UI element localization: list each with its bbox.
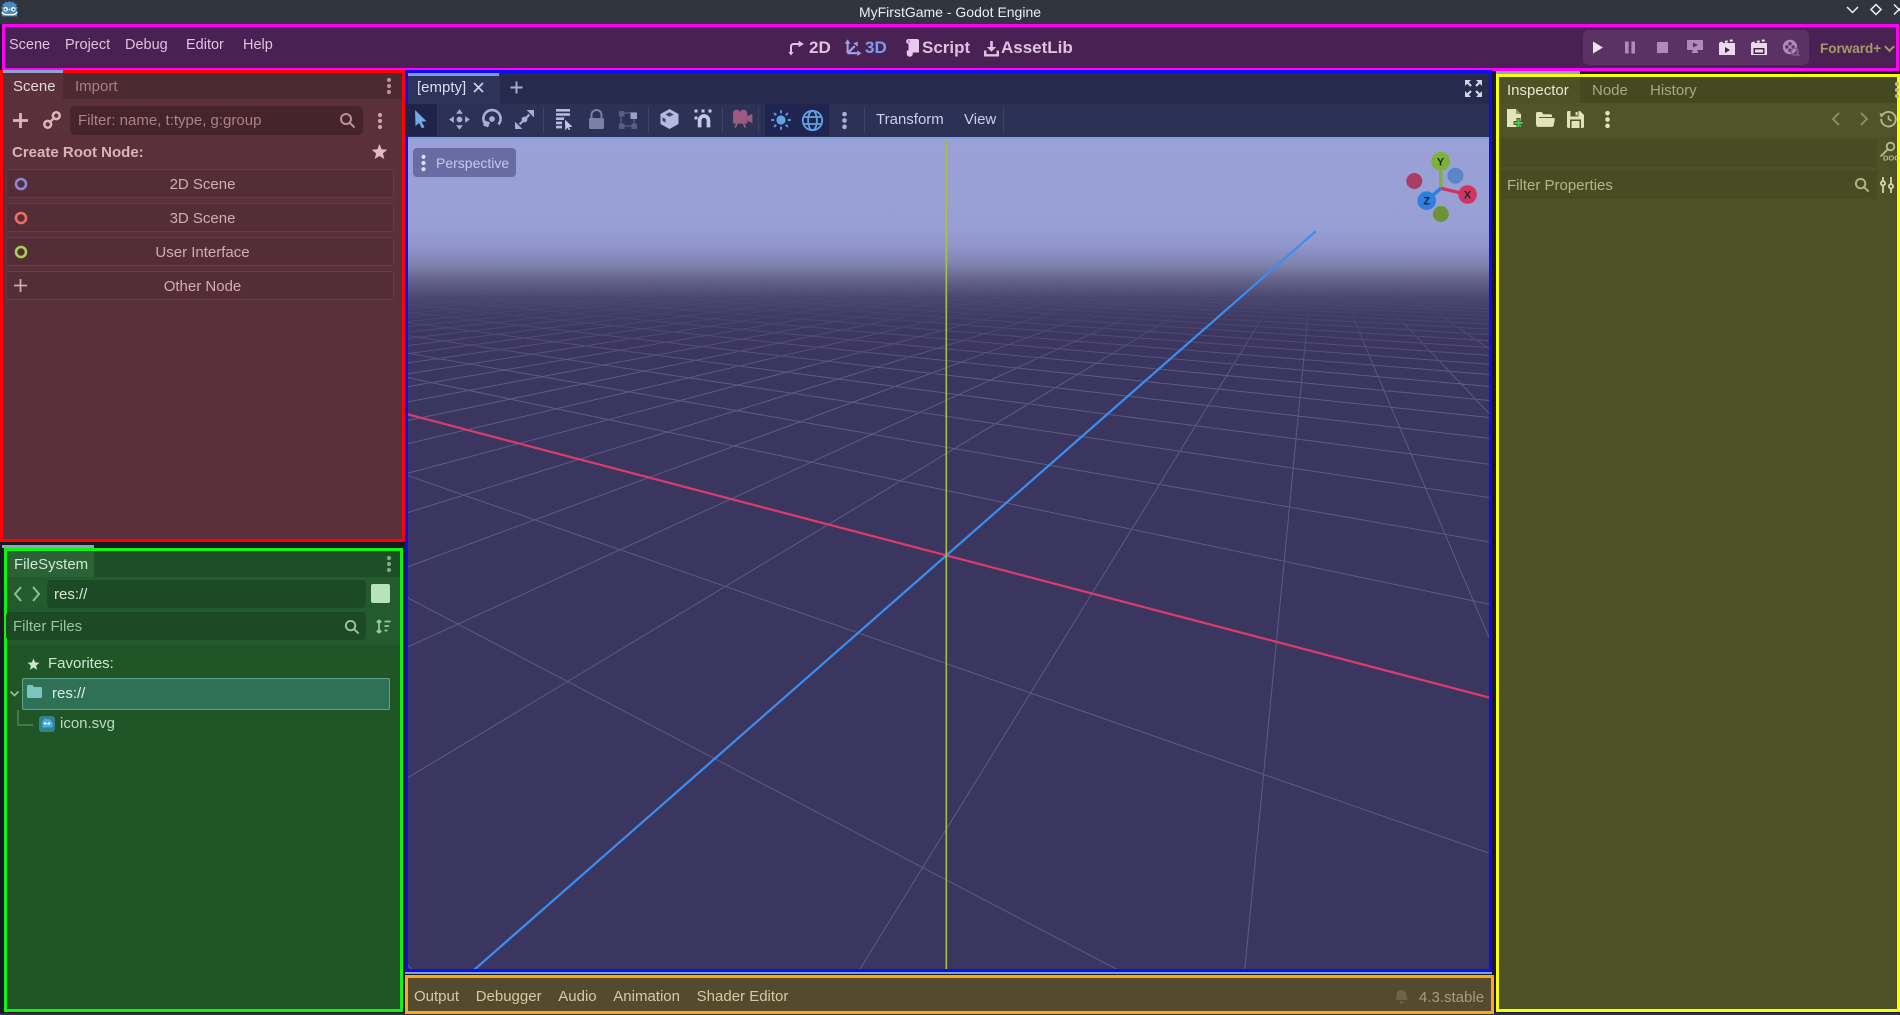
svg-text:Y: Y: [1437, 156, 1445, 168]
svg-text:DOC: DOC: [1883, 154, 1898, 163]
svg-text:X: X: [1464, 190, 1472, 202]
svg-text:Z: Z: [1423, 196, 1430, 208]
